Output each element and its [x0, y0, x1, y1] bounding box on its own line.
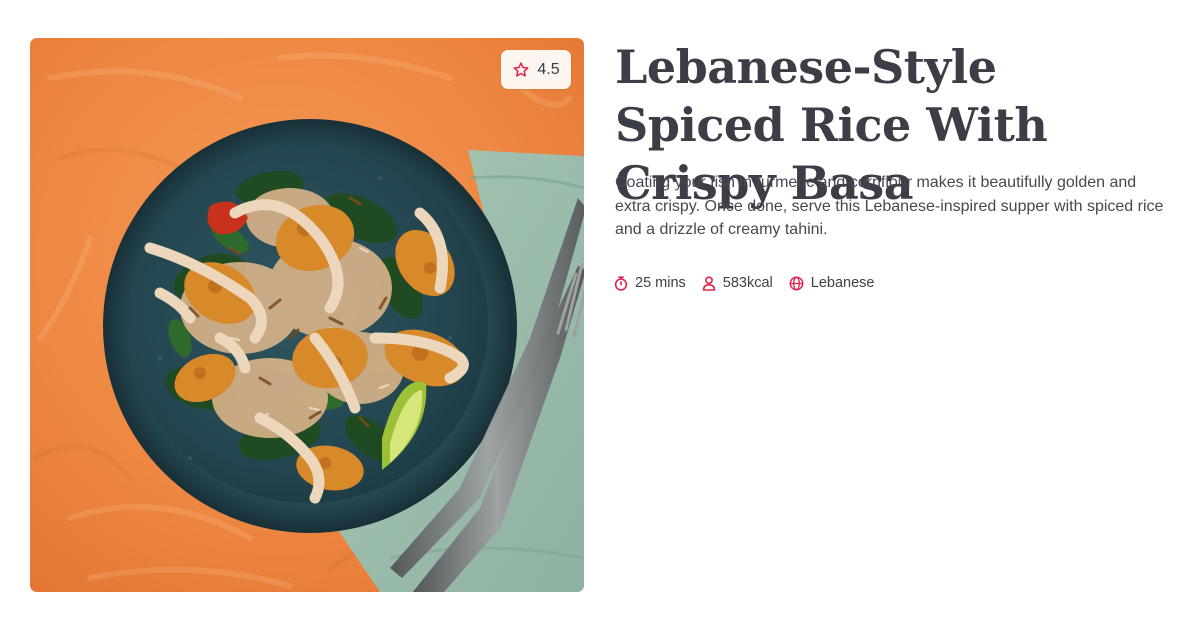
rating-value: 4.5: [537, 60, 560, 78]
recipe-photo: [30, 38, 584, 592]
person-icon: [702, 275, 723, 291]
meta-time: 25 mins: [614, 275, 686, 291]
recipe-image-card[interactable]: 4.5: [30, 38, 584, 592]
recipe-description: Coating your fish in turmeric and cornfl…: [615, 174, 1164, 238]
meta-cuisine-value: Lebanese: [810, 275, 875, 291]
star-icon: [512, 61, 530, 79]
meta-calories: 583kcal: [702, 275, 773, 291]
meta-time-value: 25 mins: [635, 275, 686, 291]
meta-calories-value: 583kcal: [722, 275, 773, 291]
stopwatch-icon: [614, 275, 635, 291]
recipe-meta: 25 mins 583kcal Lebanese: [614, 272, 890, 294]
globe-icon: [789, 276, 811, 291]
rating-badge[interactable]: 4.5: [501, 50, 571, 89]
meta-cuisine: Lebanese: [789, 275, 875, 291]
